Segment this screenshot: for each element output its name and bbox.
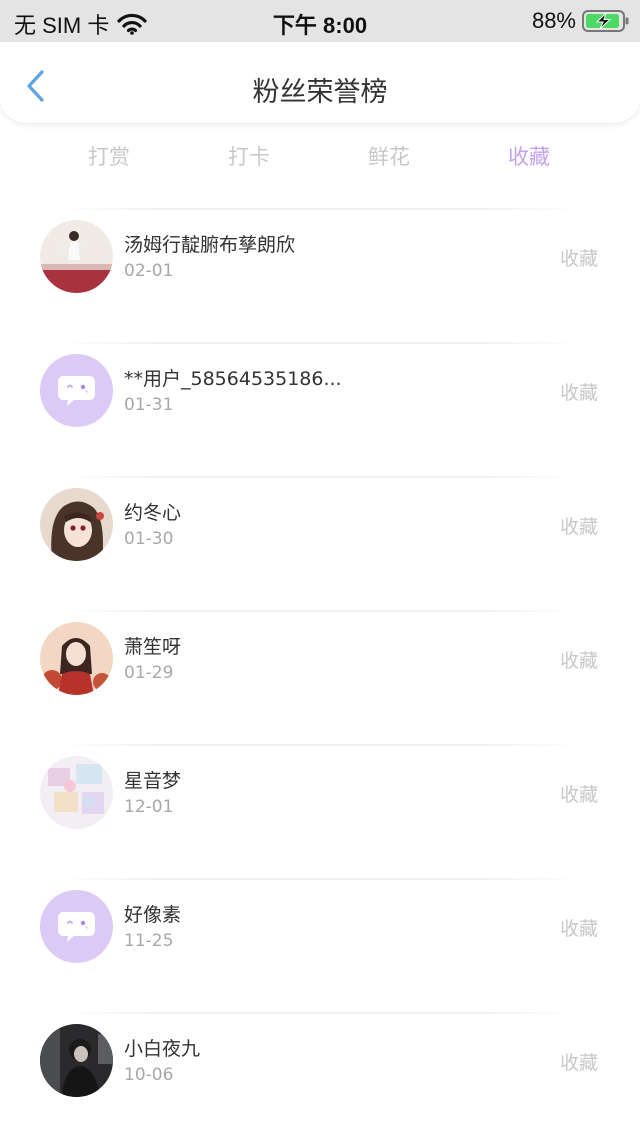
fan-date: 02-01 xyxy=(124,261,174,281)
favorite-label: 收藏 xyxy=(559,918,598,940)
default-avatar[interactable] xyxy=(40,890,113,963)
favorite-label: 收藏 xyxy=(559,382,598,404)
battery-info: 88% xyxy=(532,8,630,34)
fan-name: 约冬心 xyxy=(124,502,182,524)
chat-bubble-icon xyxy=(40,890,113,963)
default-avatar[interactable] xyxy=(40,354,113,427)
fan-date: 01-30 xyxy=(124,529,174,549)
fan-date: 01-31 xyxy=(124,395,174,415)
favorite-label: 收藏 xyxy=(559,516,598,538)
fan-name: 汤姆行靛腑布孳朗欣 xyxy=(124,234,296,256)
tab-favorites[interactable]: 收藏 xyxy=(459,126,599,188)
chat-bubble-icon xyxy=(40,354,113,427)
tab-reward[interactable]: 打赏 xyxy=(39,126,179,188)
favorite-label: 收藏 xyxy=(559,1052,598,1074)
avatar[interactable] xyxy=(40,1024,113,1097)
category-tabs: 打赏 打卡 鲜花 收藏 xyxy=(0,126,640,188)
avatar[interactable] xyxy=(40,488,113,561)
fan-date: 11-25 xyxy=(124,931,174,951)
list-item[interactable]: **用户_58564535186... 01-31 收藏 xyxy=(0,344,640,476)
tab-flowers[interactable]: 鲜花 xyxy=(319,126,459,188)
favorite-label: 收藏 xyxy=(559,784,598,806)
list-item[interactable]: 萧笙呀 01-29 收藏 xyxy=(0,612,640,744)
avatar[interactable] xyxy=(40,622,113,695)
tab-checkin[interactable]: 打卡 xyxy=(179,126,319,188)
fan-name: 好像素 xyxy=(124,904,182,926)
fan-name: 小白夜九 xyxy=(124,1038,201,1060)
navigation-bar: 粉丝荣誉榜 xyxy=(0,42,640,124)
list-item[interactable]: 小白夜九 10-06 收藏 xyxy=(0,1014,640,1136)
avatar[interactable] xyxy=(40,756,113,829)
fan-name: **用户_58564535186... xyxy=(124,368,342,390)
page-title: 粉丝荣誉榜 xyxy=(252,77,388,108)
favorite-label: 收藏 xyxy=(559,650,598,672)
list-item[interactable]: 好像素 11-25 收藏 xyxy=(0,880,640,1012)
fan-date: 01-29 xyxy=(124,663,174,683)
battery-charging-icon xyxy=(582,10,629,32)
list-item[interactable]: 汤姆行靛腑布孳朗欣 02-01 收藏 xyxy=(0,210,640,342)
status-bar: 无 SIM 卡 下午 8:00 88% xyxy=(0,0,640,42)
list-item[interactable]: 星音梦 12-01 收藏 xyxy=(0,746,640,878)
fan-list: 汤姆行靛腑布孳朗欣 02-01 收藏 **用户_58564535186... 0… xyxy=(0,208,640,1136)
battery-percent: 88% xyxy=(531,8,576,33)
fan-date: 12-01 xyxy=(124,797,174,817)
list-item[interactable]: 约冬心 01-30 收藏 xyxy=(0,478,640,610)
favorite-label: 收藏 xyxy=(559,248,598,270)
avatar[interactable] xyxy=(40,220,113,293)
fan-name: 星音梦 xyxy=(124,770,182,792)
fan-date: 10-06 xyxy=(124,1065,174,1085)
fan-name: 萧笙呀 xyxy=(124,636,182,658)
